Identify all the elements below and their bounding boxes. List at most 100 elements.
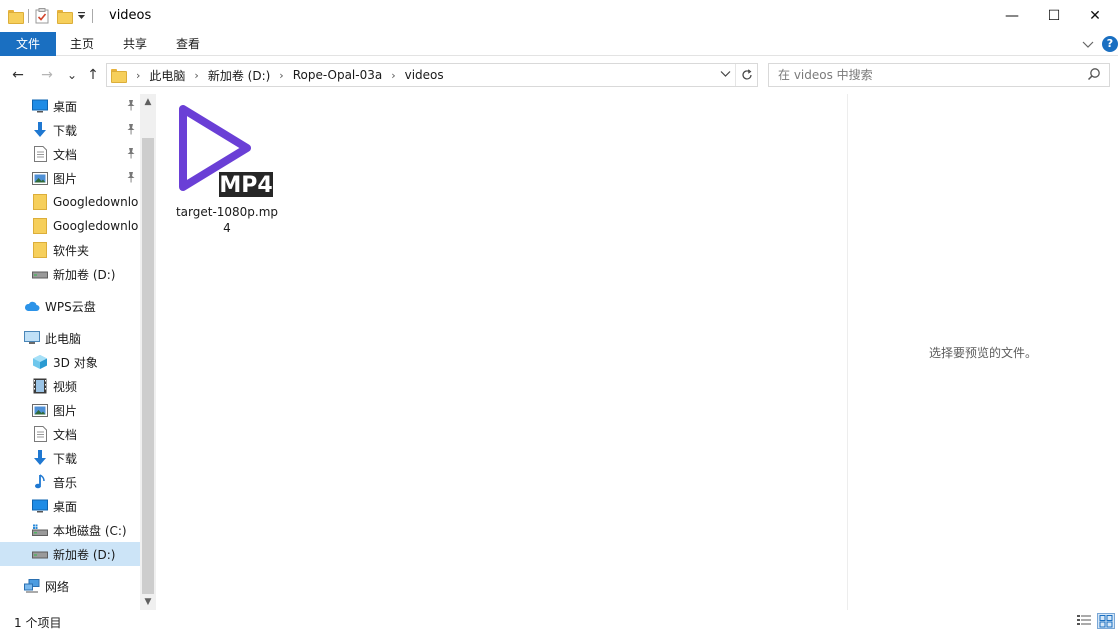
preview-message: 选择要预览的文件。 <box>928 346 1037 360</box>
sidebar-item-label: 软件夹 <box>53 243 90 258</box>
refresh-button[interactable] <box>735 64 757 86</box>
tab-home[interactable]: 主页 <box>60 32 104 56</box>
video-icon <box>32 378 48 394</box>
sidebar-item-label: 文档 <box>53 427 78 442</box>
sidebar-item-downloads-pc[interactable]: 下载 <box>0 446 140 470</box>
pin-icon[interactable] <box>126 171 136 183</box>
status-bar: 1 个项目 <box>0 610 1118 632</box>
file-list-view[interactable]: MP4 target-1080p.mp4 <box>157 94 847 610</box>
chevron-down-icon <box>720 71 731 77</box>
tab-view[interactable]: 查看 <box>166 32 210 56</box>
address-history-dropdown[interactable] <box>720 68 731 81</box>
drive-icon <box>32 546 48 562</box>
forward-button[interactable]: → <box>38 65 56 85</box>
sidebar-item-videos[interactable]: 视频 <box>0 374 140 398</box>
expand-ribbon-icon[interactable] <box>1082 39 1094 49</box>
sidebar-item-label: 桌面 <box>53 99 78 114</box>
back-button[interactable]: ← <box>9 65 27 85</box>
document-icon <box>32 146 48 162</box>
recent-locations-button[interactable]: ⌄ <box>63 65 81 85</box>
sidebar-item-3d-objects[interactable]: 3D 对象 <box>0 350 140 374</box>
pin-icon[interactable] <box>126 147 136 159</box>
file-name: target-1080p.mp4 <box>175 205 279 235</box>
folder-icon <box>8 10 24 24</box>
sidebar-item-desktop[interactable]: 桌面 <box>0 94 140 118</box>
chevron-right-icon[interactable]: › <box>136 69 140 82</box>
sidebar-item-pictures-pc[interactable]: 图片 <box>0 398 140 422</box>
sidebar-item-label: 3D 对象 <box>53 355 98 370</box>
new-folder-icon[interactable] <box>57 10 73 24</box>
sidebar-item-label: 下载 <box>53 451 78 466</box>
sidebar-item-software-folder[interactable]: 软件夹 <box>0 238 140 262</box>
network-icon <box>24 578 40 594</box>
sidebar-item-label: 文档 <box>53 147 78 162</box>
picture-icon <box>32 402 48 418</box>
pin-icon[interactable] <box>126 99 136 111</box>
up-button[interactable]: ↑ <box>84 65 102 85</box>
download-icon <box>32 122 48 138</box>
sidebar-item-network[interactable]: 网络 <box>0 574 140 598</box>
details-view-icon <box>1077 615 1091 625</box>
details-view-button[interactable] <box>1076 613 1094 629</box>
sidebar-item-label: 下载 <box>53 123 78 138</box>
sidebar-item-label: 音乐 <box>53 475 78 490</box>
file-item[interactable]: MP4 target-1080p.mp4 <box>175 100 279 235</box>
sidebar-item-drive-d-quick[interactable]: 新加卷 (D:) <box>0 262 140 286</box>
sidebar-item-wps-cloud[interactable]: WPS云盘 <box>0 294 140 318</box>
folder-icon <box>32 242 48 258</box>
tab-file[interactable]: 文件 <box>0 32 56 56</box>
sidebar-item-downloads[interactable]: 下载 <box>0 118 140 142</box>
sidebar-item-label: 图片 <box>53 171 78 186</box>
breadcrumb-this-pc[interactable]: 此电脑 <box>149 67 185 84</box>
scrollbar-thumb[interactable] <box>142 138 154 594</box>
sidebar-item-googledownload-2[interactable]: Googledownlo <box>0 214 140 238</box>
search-icon[interactable] <box>1087 67 1101 81</box>
chevron-right-icon[interactable]: › <box>391 69 395 82</box>
navigation-pane: 桌面 下载 文档 图片 Googledownlo Googledownlo 软件… <box>0 94 156 610</box>
sidebar-item-music[interactable]: 音乐 <box>0 470 140 494</box>
tab-share[interactable]: 共享 <box>113 32 157 56</box>
properties-icon[interactable] <box>35 8 49 24</box>
download-icon <box>32 450 48 466</box>
pin-icon[interactable] <box>126 123 136 135</box>
file-type-badge: MP4 <box>219 173 272 198</box>
scroll-up-arrow-icon[interactable]: ▲ <box>140 94 156 110</box>
folder-icon <box>111 69 127 83</box>
breadcrumb-videos[interactable]: videos <box>405 68 444 82</box>
sidebar-item-desktop-pc[interactable]: 桌面 <box>0 494 140 518</box>
sidebar-item-this-pc[interactable]: 此电脑 <box>0 326 140 350</box>
maximize-button[interactable]: ☐ <box>1031 0 1077 32</box>
drive-icon <box>32 266 48 282</box>
breadcrumb-drive-d[interactable]: 新加卷 (D:) <box>208 67 270 84</box>
folder-icon <box>32 218 48 234</box>
sidebar-item-drive-d[interactable]: 新加卷 (D:) <box>0 542 140 566</box>
refresh-icon <box>741 69 752 80</box>
search-input[interactable] <box>769 64 1079 86</box>
scroll-down-arrow-icon[interactable]: ▼ <box>140 594 156 610</box>
sidebar-scrollbar[interactable]: ▲ ▼ <box>140 94 156 610</box>
breadcrumb-rope-opal[interactable]: Rope-Opal-03a <box>293 68 383 82</box>
help-icon[interactable]: ? <box>1102 36 1118 52</box>
sidebar-item-googledownload-1[interactable]: Googledownlo <box>0 190 140 214</box>
title-bar: videos — ☐ ✕ <box>0 0 1118 32</box>
sidebar-item-pictures[interactable]: 图片 <box>0 166 140 190</box>
minimize-button[interactable]: — <box>989 0 1035 32</box>
sidebar-item-drive-c[interactable]: 本地磁盘 (C:) <box>0 518 140 542</box>
sidebar-item-label: 新加卷 (D:) <box>53 547 116 562</box>
cloud-icon <box>24 298 40 314</box>
sidebar-item-label: 桌面 <box>53 499 78 514</box>
close-button[interactable]: ✕ <box>1072 0 1118 32</box>
system-drive-icon <box>32 522 48 538</box>
chevron-right-icon[interactable]: › <box>194 69 198 82</box>
window-title: videos <box>109 8 152 23</box>
address-bar[interactable]: › 此电脑 › 新加卷 (D:) › Rope-Opal-03a › video… <box>106 63 758 87</box>
customize-qat-icon[interactable] <box>77 11 86 21</box>
sidebar-item-documents[interactable]: 文档 <box>0 142 140 166</box>
sidebar-item-label: 网络 <box>45 579 70 594</box>
large-icons-view-button[interactable] <box>1097 613 1115 629</box>
chevron-right-icon[interactable]: › <box>279 69 283 82</box>
sidebar-item-label: 本地磁盘 (C:) <box>53 523 127 538</box>
sidebar-item-documents-pc[interactable]: 文档 <box>0 422 140 446</box>
ribbon-right-controls: ? <box>1082 36 1118 52</box>
navigation-bar: ← → ⌄ ↑ › 此电脑 › 新加卷 (D:) › Rope-Opal-03a… <box>0 60 1118 90</box>
